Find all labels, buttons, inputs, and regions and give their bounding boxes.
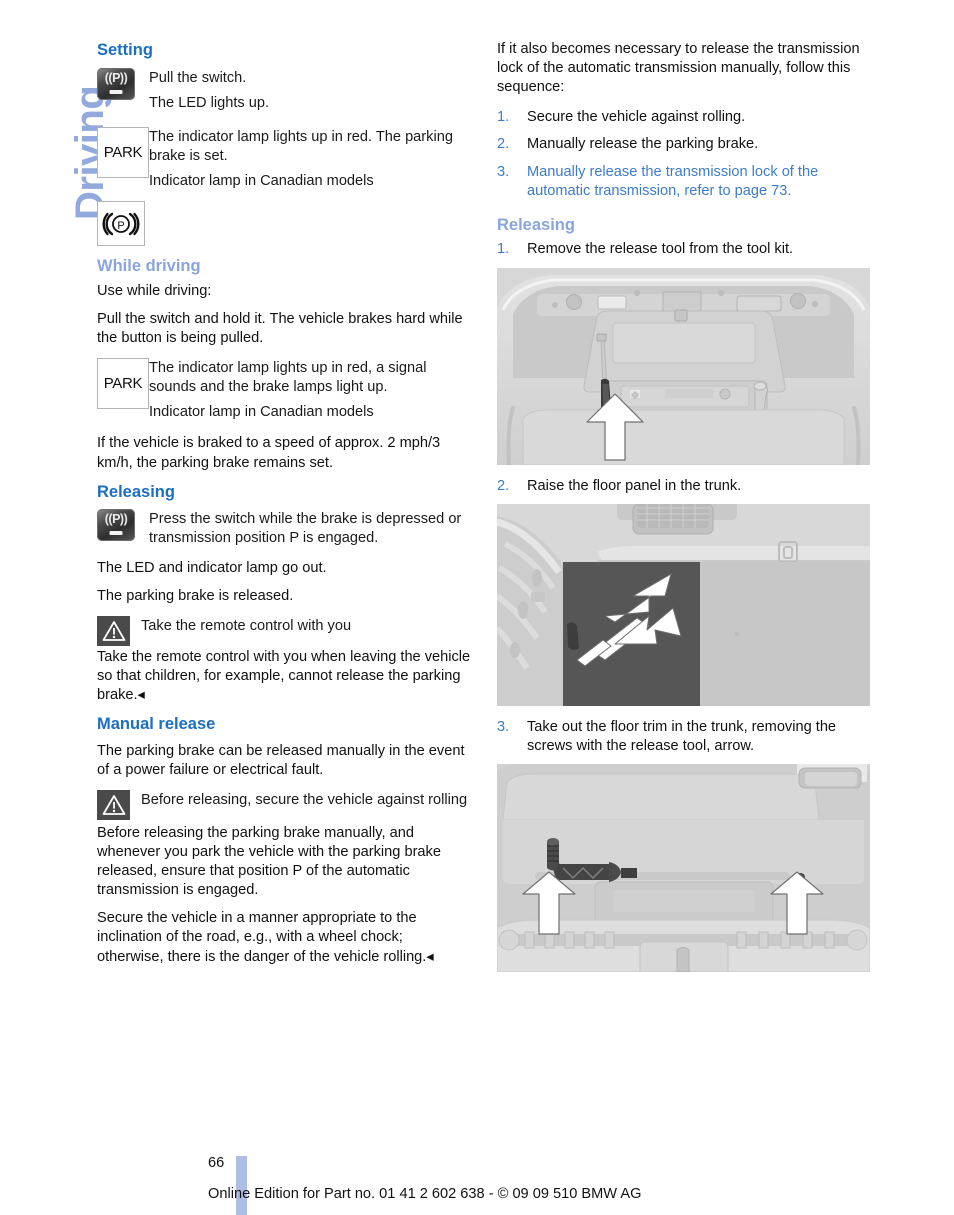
brake-symbol-icon: P — [97, 201, 145, 247]
text-cell: The indicator lamp lights up in red. The… — [149, 127, 472, 197]
svg-text:P: P — [117, 220, 124, 232]
releasing-steps-list-2: 2. Raise the floor panel in the trunk. — [497, 477, 872, 496]
figure-trunk-floor-trim-screws — [497, 763, 870, 972]
page-number: 66 — [208, 1155, 225, 1171]
park-brake-switch-icon: ((P)) — [97, 509, 135, 542]
list-text: Manually release the parking brake. — [527, 136, 759, 153]
list-item: 3. Take out the floor trim in the trunk,… — [497, 718, 872, 756]
cross-reference-link[interactable]: Manually release the transmission lock o… — [527, 163, 872, 201]
while-driving-para-1: Pull the switch and hold it. The vehicle… — [97, 310, 463, 347]
sequence-list: 1. Secure the vehicle against rolling. 2… — [497, 108, 872, 200]
list-text: Raise the floor panel in the trunk. — [527, 477, 742, 494]
while-driving-park-text: The indicator lamp lights up in red, a s… — [149, 360, 427, 396]
releasing-warning-body: Take the remote control with you when le… — [97, 648, 471, 703]
list-number: 1. — [497, 241, 510, 258]
figure-trunk-floor-panel-raise — [497, 503, 870, 706]
releasing-para-1: The LED and indicator lamp go out. — [97, 559, 327, 576]
manual-release-warning-row: Before releasing, secure the vehicle aga… — [97, 789, 472, 820]
subheading-releasing-right: Releasing — [497, 215, 575, 234]
setting-switch-row: ((P)) Pull the switch. The LED lights up… — [97, 67, 472, 119]
manual-page: Driving Setting ((P)) Pull the switch. T… — [0, 0, 954, 1215]
releasing-steps-list: 1. Remove the release tool from the tool… — [497, 240, 872, 259]
chapter-tab: Driving — [10, 24, 112, 224]
icon-cell: ((P)) — [97, 67, 149, 100]
manual-release-para-2: Before releasing the parking brake manua… — [97, 824, 441, 899]
while-driving-canadian-note: Indicator lamp in Canadian models — [149, 404, 374, 421]
figure-trunk-lid-tool-kit — [497, 267, 870, 465]
park-indicator-icon: PARK — [97, 126, 149, 178]
list-text: Secure the vehicle against rolling. — [527, 109, 746, 126]
releasing-switch-row: ((P)) Press the switch while the brake i… — [97, 509, 472, 554]
text-cell: The indicator lamp lights up in red, a s… — [149, 358, 472, 428]
park-indicator-icon: PARK — [97, 358, 149, 410]
setting-park-row: PARK The indicator lamp lights up in red… — [97, 126, 472, 197]
list-item: 1. Secure the vehicle against rolling. — [497, 108, 872, 127]
list-number: 3. — [497, 163, 510, 180]
icon-cell — [97, 615, 141, 646]
text-cell: Pull the switch. The LED lights up. — [149, 68, 472, 119]
left-column: Setting ((P)) Pull the switch. The LED l… — [97, 40, 472, 976]
list-item: 1. Remove the release tool from the tool… — [497, 240, 872, 259]
setting-park-text: The indicator lamp lights up in red. The… — [149, 128, 453, 164]
text-cell: Before releasing, secure the vehicle aga… — [141, 790, 472, 816]
list-number: 2. — [497, 136, 510, 153]
text-cell: Take the remote control with you — [141, 616, 472, 642]
warning-triangle-icon — [97, 615, 130, 646]
list-item: 2. Raise the floor panel in the trunk. — [497, 477, 872, 496]
switch-symbol: ((P)) — [104, 70, 128, 85]
icon-cell: PARK — [97, 126, 149, 178]
while-driving-park-row: PARK The indicator lamp lights up in red… — [97, 358, 472, 428]
while-driving-intro: Use while driving: — [97, 282, 212, 299]
list-item: 2. Manually release the parking brake. — [497, 135, 872, 154]
text-cell: Press the switch while the brake is depr… — [149, 509, 472, 554]
releasing-para-2: The parking brake is released. — [97, 587, 294, 604]
releasing-warning-title: Take the remote control with you — [141, 617, 352, 634]
heading-setting: Setting — [97, 41, 153, 59]
switch-led-icon — [109, 89, 123, 94]
heading-manual-release: Manual release — [97, 715, 216, 734]
manual-release-warning-title: Before releasing, secure the vehicle aga… — [141, 791, 468, 808]
list-number: 2. — [497, 477, 510, 494]
heading-releasing-left: Releasing — [97, 482, 175, 501]
setting-canadian-note: Indicator lamp in Canadian models — [149, 173, 374, 190]
warning-triangle-icon — [97, 789, 130, 820]
switch-symbol: ((P)) — [104, 512, 128, 527]
releasing-steps-list-3: 3. Take out the floor trim in the trunk,… — [497, 718, 872, 756]
right-column: If it also becomes necessary to release … — [497, 40, 872, 984]
park-brake-switch-icon: ((P)) — [97, 67, 135, 100]
list-item[interactable]: 3. Manually release the transmission loc… — [497, 163, 872, 201]
list-text: Remove the release tool from the tool ki… — [527, 241, 794, 258]
while-driving-para-2: If the vehicle is braked to a speed of a… — [97, 435, 441, 471]
list-text: Take out the floor trim in the trunk, re… — [527, 718, 837, 754]
icon-cell — [97, 789, 141, 820]
list-number: 3. — [497, 718, 510, 735]
manual-release-para-1: The parking brake can be released manual… — [97, 742, 465, 778]
switch-led-icon — [109, 531, 123, 536]
setting-line-2: The LED lights up. — [149, 94, 270, 111]
footer-note: Online Edition for Part no. 01 41 2 602 … — [208, 1186, 642, 1202]
right-intro: If it also becomes necessary to release … — [497, 41, 860, 96]
icon-cell: PARK — [97, 358, 149, 410]
releasing-switch-text: Press the switch while the brake is depr… — [149, 511, 462, 547]
setting-line-1: Pull the switch. — [149, 69, 247, 86]
releasing-warning-row: Take the remote control with you — [97, 615, 472, 646]
icon-cell: ((P)) — [97, 509, 149, 542]
manual-release-para-3: Secure the vehicle in a manner appropria… — [97, 910, 434, 965]
list-number: 1. — [497, 109, 510, 126]
setting-brake-symbol-row: P — [97, 201, 472, 247]
subheading-while-driving: While driving — [97, 257, 201, 276]
